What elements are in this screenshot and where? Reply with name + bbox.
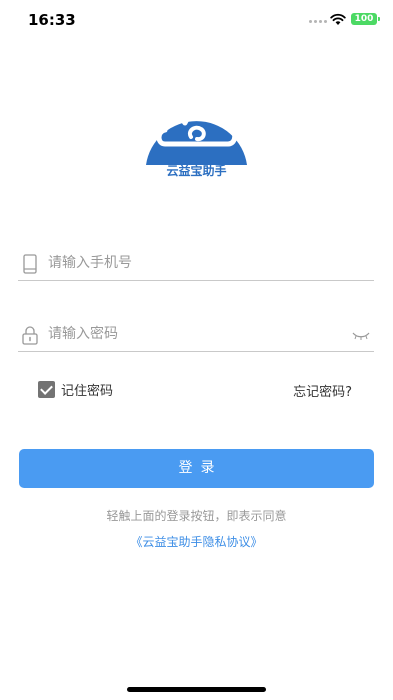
login-button[interactable]: 登录 — [19, 449, 374, 488]
phone-icon — [23, 254, 37, 274]
status-time: 16:33 — [28, 11, 76, 29]
eye-closed-icon[interactable] — [352, 332, 370, 340]
remember-label: 记住密码 — [61, 384, 114, 399]
lock-icon — [22, 326, 38, 345]
wifi-icon — [330, 13, 346, 25]
remember-password-toggle[interactable]: 记住密码 — [38, 380, 113, 399]
battery-icon: 100 — [351, 13, 380, 25]
home-indicator — [127, 687, 266, 692]
password-field — [18, 316, 374, 352]
privacy-agreement-link[interactable]: 《云益宝助手隐私协议》 — [0, 533, 393, 550]
forgot-password-link[interactable]: 忘记密码? — [293, 381, 352, 400]
phone-field — [18, 245, 374, 281]
password-input[interactable] — [48, 319, 348, 349]
logo-text: 云益宝助手 — [166, 163, 226, 177]
status-bar: 16:33 100 — [0, 0, 393, 40]
phone-input[interactable] — [48, 248, 348, 278]
agreement-hint: 轻触上面的登录按钮，即表示同意 — [106, 509, 287, 523]
cloud-logo-icon: 云益宝助手 — [146, 111, 247, 177]
remember-checkbox[interactable] — [38, 381, 55, 398]
signal-dots-icon — [309, 20, 327, 23]
